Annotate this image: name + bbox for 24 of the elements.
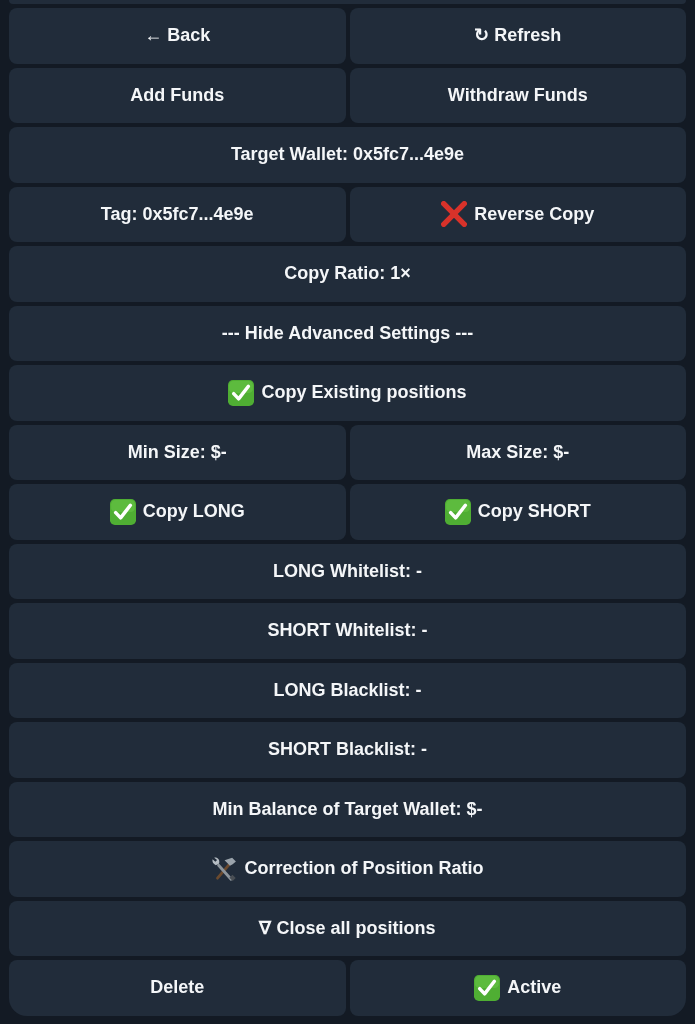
- toggle-button[interactable]: Reverse Copy: [349, 186, 686, 242]
- tool-button[interactable]: Correction of Position Ratio: [9, 841, 686, 897]
- keyboard-button[interactable]: ← Back: [9, 8, 346, 64]
- keyboard-button[interactable]: Add Funds: [9, 67, 346, 123]
- keyboard-button[interactable]: --- Hide Advanced Settings ---: [9, 305, 686, 361]
- hammer-wrench-icon: [211, 855, 238, 882]
- keyboard-button[interactable]: SHORT Whitelist: -: [9, 603, 686, 659]
- keyboard-button[interactable]: LONG Whitelist: -: [9, 543, 686, 599]
- keyboard-button[interactable]: Min Size: $-: [9, 424, 346, 480]
- keyboard-button[interactable]: Withdraw Funds: [349, 67, 686, 123]
- keyboard-button[interactable]: SHORT Blacklist: -: [9, 722, 686, 778]
- keyboard-button[interactable]: ↻ Refresh: [349, 8, 686, 64]
- keyboard-button[interactable]: Min Balance of Target Wallet: $-: [9, 781, 686, 837]
- toggle-button[interactable]: Copy SHORT: [349, 484, 686, 540]
- keyboard-button[interactable]: ∇ Close all positions: [9, 900, 686, 956]
- keyboard-button[interactable]: LONG Blacklist: -: [9, 662, 686, 718]
- keyboard-button[interactable]: Max Size: $-: [349, 424, 686, 480]
- keyboard-button[interactable]: Delete: [9, 960, 346, 1016]
- toggle-button[interactable]: Active: [349, 960, 686, 1016]
- keyboard-button[interactable]: Copy Ratio: 1×: [9, 246, 686, 302]
- keyboard-button[interactable]: Tag: 0x5fc7...4e9e: [9, 186, 346, 242]
- keyboard-button[interactable]: Target Wallet: 0x5fc7...4e9e: [9, 127, 686, 183]
- toggle-button[interactable]: Copy Existing positions: [9, 365, 686, 421]
- toggle-button[interactable]: Copy LONG: [9, 484, 346, 540]
